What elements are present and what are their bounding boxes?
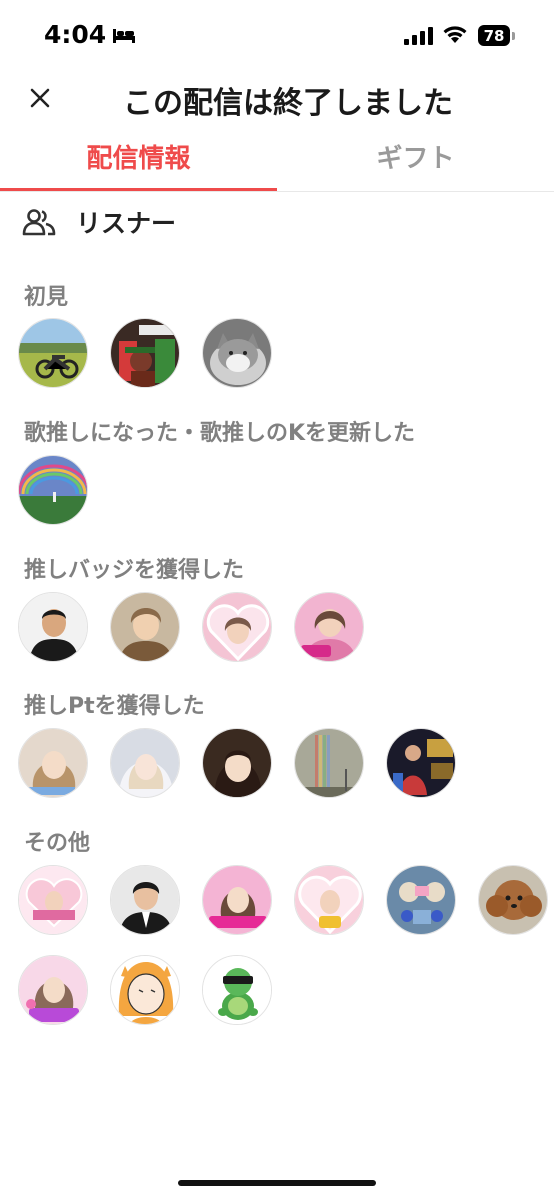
status-bar: 4:04 78: [0, 0, 554, 72]
battery-level: 78: [483, 26, 505, 45]
battery-icon: 78: [478, 25, 510, 46]
avatar[interactable]: [294, 865, 364, 935]
avatar[interactable]: [202, 728, 272, 798]
header: この配信は終了しました: [0, 72, 554, 124]
section-label-first-time: 初見: [24, 285, 69, 310]
tab-bar: 配信情報 ギフト: [0, 128, 554, 192]
avatar-row-others-2: [18, 955, 272, 1025]
section-label-oshi-pt: 推しPtを獲得した: [24, 694, 205, 719]
avatar[interactable]: [202, 592, 272, 662]
avatar[interactable]: [202, 865, 272, 935]
tab-gift[interactable]: ギフト: [277, 138, 554, 175]
avatar[interactable]: [294, 592, 364, 662]
avatar[interactable]: [110, 865, 180, 935]
close-button[interactable]: [22, 80, 58, 116]
avatar-row-oshi-pt: [18, 728, 456, 798]
avatar[interactable]: [18, 455, 88, 525]
avatar[interactable]: [294, 728, 364, 798]
listener-title: リスナー: [76, 209, 177, 238]
avatar-row-first-time: [18, 318, 272, 388]
avatar[interactable]: [18, 592, 88, 662]
tab-stream-info[interactable]: 配信情報: [0, 138, 277, 175]
avatar[interactable]: [18, 728, 88, 798]
status-time: 4:04: [44, 20, 107, 49]
section-label-song-oshi: 歌推しになった・歌推しのKを更新した: [24, 421, 416, 446]
section-label-oshi-badge: 推しバッジを獲得した: [24, 558, 245, 583]
avatar-row-others-1: [18, 865, 548, 935]
cellular-signal-icon: [404, 27, 433, 45]
section-label-others: その他: [24, 831, 91, 856]
avatar[interactable]: [202, 318, 272, 388]
avatar[interactable]: [110, 318, 180, 388]
page-title: この配信は終了しました: [123, 86, 453, 121]
avatar[interactable]: [202, 955, 272, 1025]
avatar[interactable]: [110, 955, 180, 1025]
avatar[interactable]: [18, 955, 88, 1025]
avatar[interactable]: [478, 865, 548, 935]
avatar-row-song-oshi: [18, 455, 88, 525]
active-tab-indicator: [0, 188, 277, 191]
people-icon: [22, 209, 56, 236]
avatar[interactable]: [110, 592, 180, 662]
battery-nub: [512, 32, 515, 40]
listener-header: リスナー: [22, 204, 176, 240]
avatar[interactable]: [386, 728, 456, 798]
avatar[interactable]: [386, 865, 456, 935]
avatar[interactable]: [18, 318, 88, 388]
avatar[interactable]: [18, 865, 88, 935]
home-indicator: [178, 1180, 376, 1186]
close-icon: [30, 88, 50, 108]
wifi-icon: [443, 26, 467, 43]
avatar-row-oshi-badge: [18, 592, 364, 662]
bed-icon: [113, 29, 135, 43]
avatar[interactable]: [110, 728, 180, 798]
